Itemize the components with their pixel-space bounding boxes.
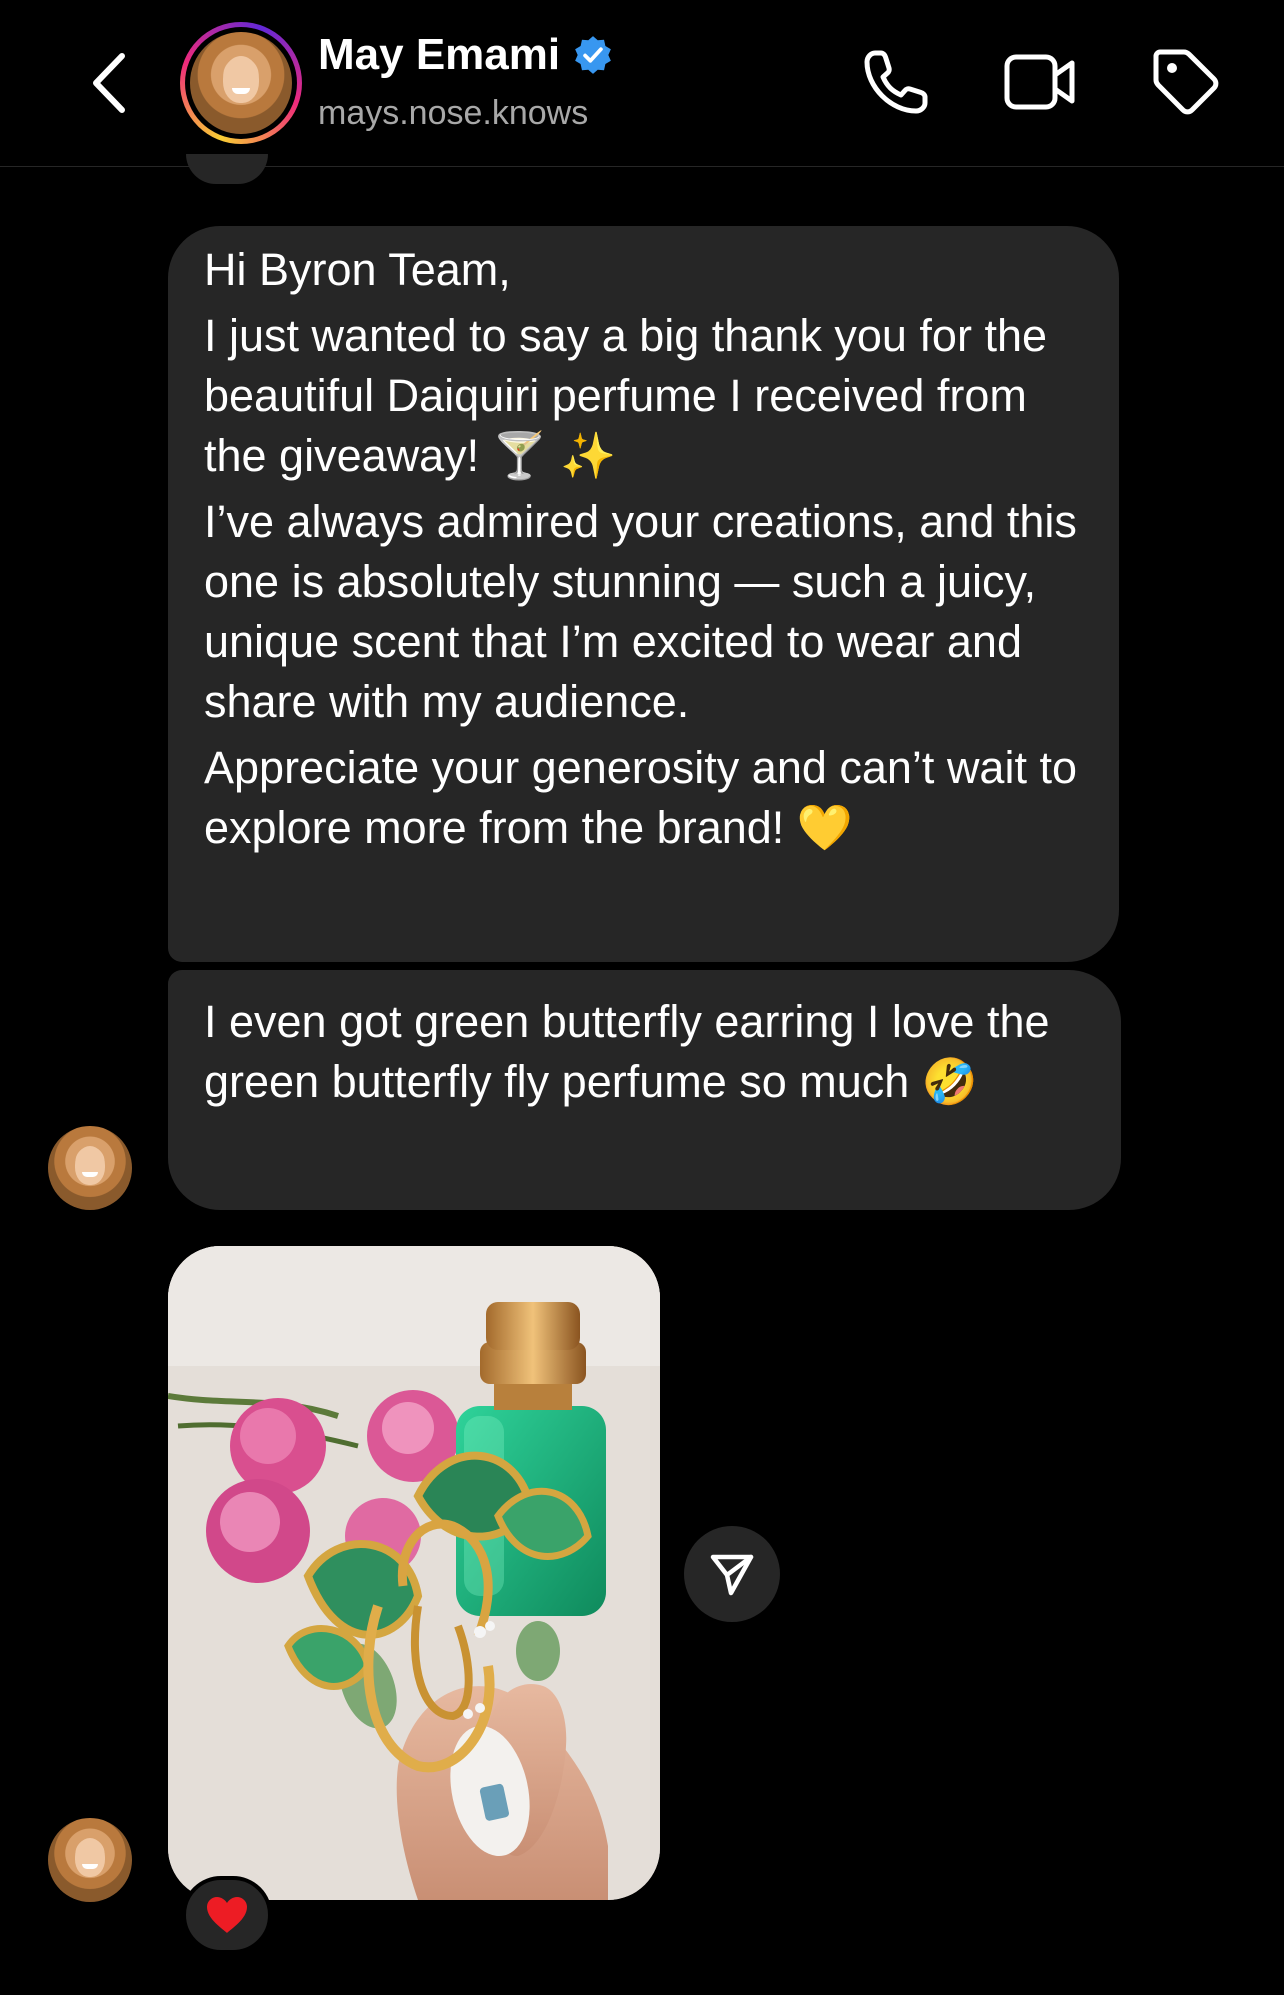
contact-username[interactable]: mays.nose.knows [318, 94, 588, 133]
perfume-earring-photo [168, 1246, 660, 1900]
avatar-photo [190, 32, 292, 134]
message-paragraph: I’ve always admired your creations, and … [204, 496, 1077, 727]
video-call-button[interactable] [1002, 44, 1078, 120]
send-icon [710, 1554, 754, 1596]
previous-message-edge [186, 154, 268, 184]
heart-reaction[interactable] [182, 1876, 272, 1954]
contact-name-text: May Emami [318, 30, 561, 79]
message-text: I even got green butterfly earring I lov… [204, 996, 1050, 1107]
label-button[interactable] [1148, 44, 1224, 120]
contact-name[interactable]: May Emami [318, 30, 614, 80]
verified-badge-icon [575, 36, 611, 74]
sender-avatar[interactable] [48, 1126, 132, 1210]
back-chevron-icon [93, 53, 125, 113]
share-button[interactable] [684, 1526, 780, 1622]
phone-icon [864, 50, 928, 114]
sender-avatar[interactable] [48, 1818, 132, 1902]
back-button[interactable] [80, 50, 136, 116]
photo-message[interactable] [168, 1246, 660, 1900]
message-bubble[interactable]: I even got green butterfly earring I lov… [168, 970, 1121, 1210]
tag-icon [1153, 49, 1219, 115]
chat-header: May Emami mays.nose.knows [0, 0, 1284, 167]
message-bubble[interactable]: Hi Byron Team, I just wanted to say a bi… [168, 226, 1119, 962]
voice-call-button[interactable] [858, 44, 934, 120]
video-camera-icon [1004, 54, 1075, 110]
message-paragraph: Appreciate your generosity and can’t wai… [204, 742, 1077, 853]
profile-avatar[interactable] [180, 22, 302, 144]
message-paragraph: I just wanted to say a big thank you for… [204, 310, 1048, 481]
message-paragraph: Hi Byron Team, [204, 244, 511, 295]
heart-reaction-icon [207, 1897, 247, 1933]
